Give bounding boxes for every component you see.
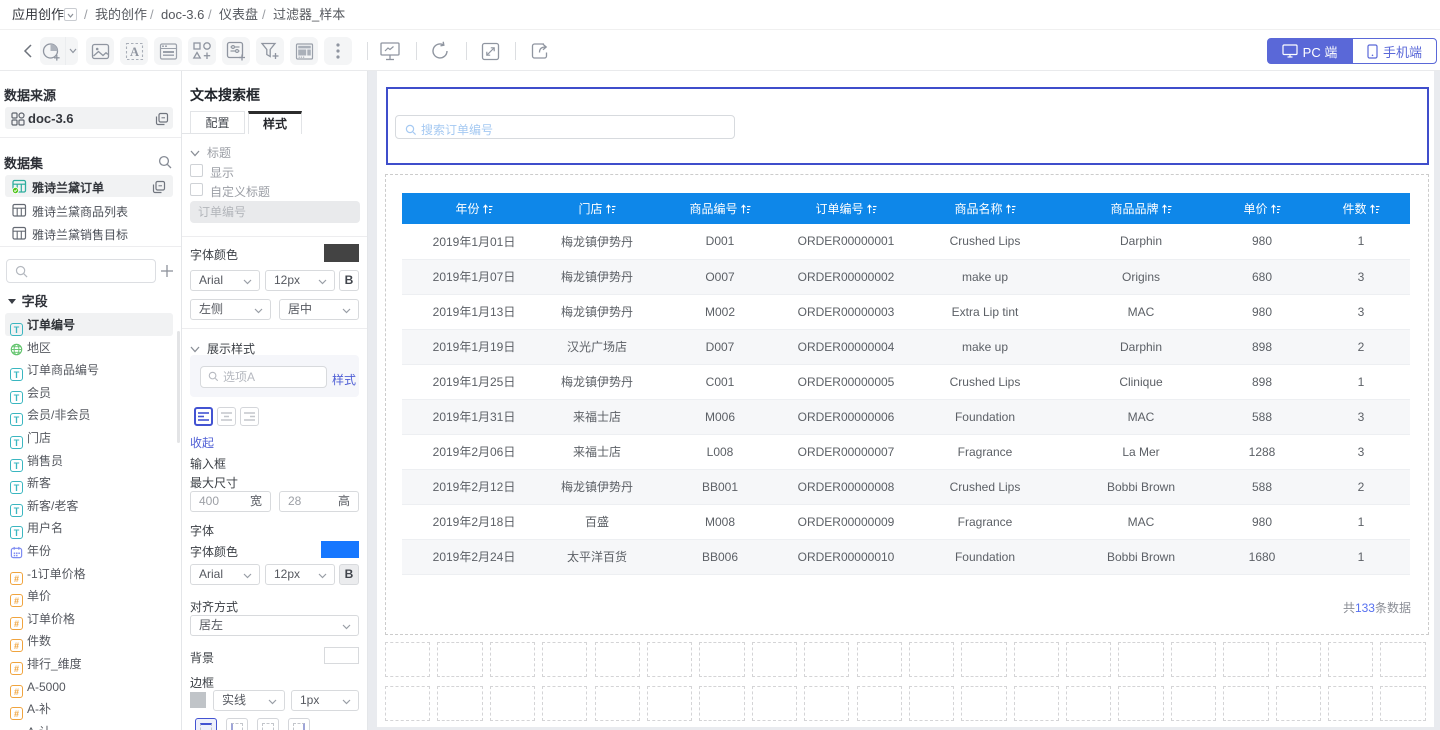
svg-text:A: A (129, 44, 138, 58)
